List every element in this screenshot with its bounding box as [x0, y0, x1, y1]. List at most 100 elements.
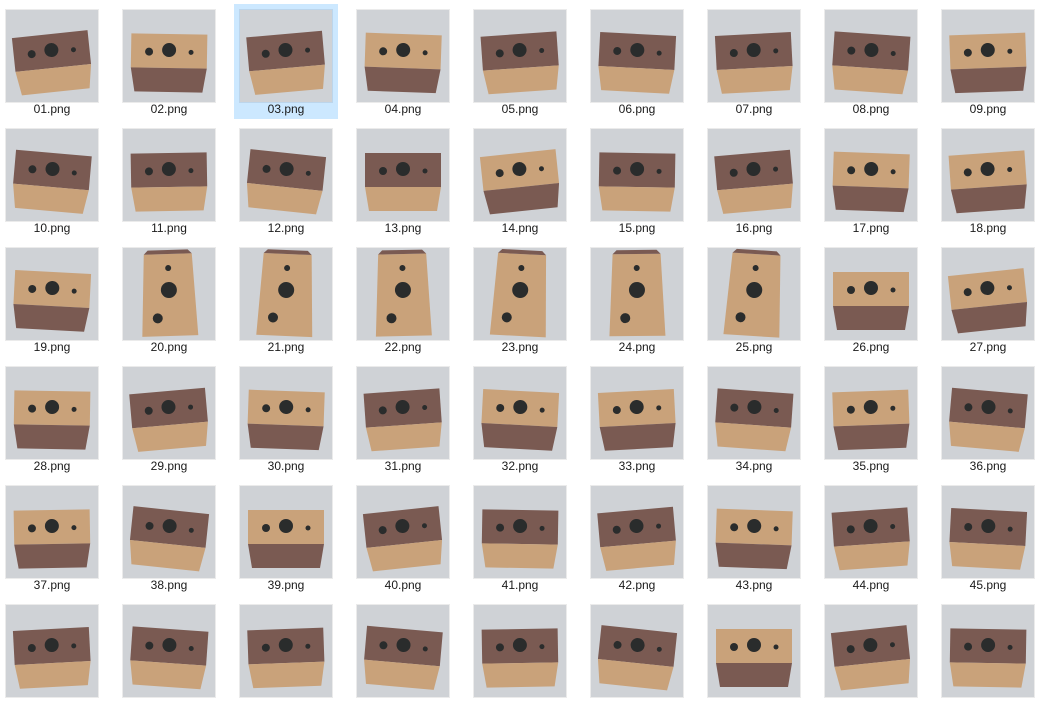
thumbnail-image: [591, 367, 683, 459]
file-item[interactable]: 14.png: [468, 123, 572, 238]
thumbnail-image: [942, 367, 1034, 459]
file-name: 40.png: [384, 578, 422, 592]
file-item[interactable]: [117, 599, 221, 714]
file-item[interactable]: 03.png: [234, 4, 338, 119]
file-item[interactable]: 37.png: [0, 480, 104, 595]
file-item[interactable]: 12.png: [234, 123, 338, 238]
file-thumbnail: [708, 605, 800, 697]
file-item[interactable]: 08.png: [819, 4, 923, 119]
file-item[interactable]: 13.png: [351, 123, 455, 238]
file-item[interactable]: 44.png: [819, 480, 923, 595]
file-thumbnail: [6, 605, 98, 697]
file-item[interactable]: 22.png: [351, 242, 455, 357]
file-item[interactable]: 28.png: [0, 361, 104, 476]
file-item[interactable]: [936, 599, 1040, 714]
file-thumbnail: [708, 129, 800, 221]
file-item[interactable]: 09.png: [936, 4, 1040, 119]
file-thumbnail: [942, 605, 1034, 697]
file-thumbnail: [240, 367, 332, 459]
file-name: 24.png: [618, 340, 656, 354]
file-item[interactable]: 33.png: [585, 361, 689, 476]
file-item[interactable]: [468, 599, 572, 714]
thumbnail-image: [591, 129, 683, 221]
thumbnail-image: [708, 367, 800, 459]
file-item[interactable]: [351, 599, 455, 714]
file-item[interactable]: 26.png: [819, 242, 923, 357]
thumbnail-image: [240, 605, 332, 697]
file-item[interactable]: 39.png: [234, 480, 338, 595]
file-thumbnail: [474, 367, 566, 459]
file-item[interactable]: 18.png: [936, 123, 1040, 238]
file-item[interactable]: 11.png: [117, 123, 221, 238]
file-thumbnail: [825, 10, 917, 102]
file-name: 28.png: [33, 459, 71, 473]
file-item[interactable]: 05.png: [468, 4, 572, 119]
file-item[interactable]: 25.png: [702, 242, 806, 357]
file-item[interactable]: 17.png: [819, 123, 923, 238]
file-item[interactable]: 06.png: [585, 4, 689, 119]
file-item[interactable]: 04.png: [351, 4, 455, 119]
thumbnail-image: [240, 10, 332, 102]
file-item[interactable]: [819, 599, 923, 714]
file-name: 31.png: [384, 459, 422, 473]
file-item[interactable]: [585, 599, 689, 714]
thumbnail-image: [474, 129, 566, 221]
file-name: 11.png: [151, 221, 187, 235]
file-item[interactable]: 01.png: [0, 4, 104, 119]
file-name: 13.png: [384, 221, 422, 235]
file-item[interactable]: 07.png: [702, 4, 806, 119]
file-item[interactable]: 27.png: [936, 242, 1040, 357]
thumbnail-image: [240, 129, 332, 221]
file-thumbnail: [474, 605, 566, 697]
file-name: 08.png: [852, 102, 890, 116]
file-item[interactable]: 45.png: [936, 480, 1040, 595]
file-item[interactable]: 29.png: [117, 361, 221, 476]
file-item[interactable]: 35.png: [819, 361, 923, 476]
file-item[interactable]: 02.png: [117, 4, 221, 119]
file-thumbnail: [942, 129, 1034, 221]
thumbnail-image: [123, 10, 215, 102]
file-item[interactable]: 20.png: [117, 242, 221, 357]
thumbnail-image: [6, 248, 98, 340]
file-item[interactable]: [234, 599, 338, 714]
file-item[interactable]: 21.png: [234, 242, 338, 357]
file-item[interactable]: 23.png: [468, 242, 572, 357]
file-item[interactable]: 34.png: [702, 361, 806, 476]
file-item[interactable]: 41.png: [468, 480, 572, 595]
file-item[interactable]: 15.png: [585, 123, 689, 238]
file-item[interactable]: [0, 599, 104, 714]
file-thumbnail: [591, 10, 683, 102]
file-item[interactable]: 43.png: [702, 480, 806, 595]
file-item[interactable]: 16.png: [702, 123, 806, 238]
file-name: 36.png: [969, 459, 1007, 473]
file-item[interactable]: 36.png: [936, 361, 1040, 476]
file-item[interactable]: 40.png: [351, 480, 455, 595]
file-item[interactable]: 10.png: [0, 123, 104, 238]
file-thumbnail: [825, 129, 917, 221]
file-thumbnail: [123, 129, 215, 221]
file-item[interactable]: 32.png: [468, 361, 572, 476]
thumbnail-image: [474, 605, 566, 697]
thumbnail-image: [825, 10, 917, 102]
file-item[interactable]: [702, 599, 806, 714]
file-thumbnail: [123, 248, 215, 340]
file-item[interactable]: 24.png: [585, 242, 689, 357]
thumbnail-image: [942, 486, 1034, 578]
file-item[interactable]: 19.png: [0, 242, 104, 357]
file-name: 39.png: [267, 578, 305, 592]
file-item[interactable]: 38.png: [117, 480, 221, 595]
thumbnail-image: [591, 10, 683, 102]
file-name: 04.png: [384, 102, 422, 116]
file-item[interactable]: 31.png: [351, 361, 455, 476]
file-name: 05.png: [501, 102, 539, 116]
file-name: 42.png: [618, 578, 656, 592]
file-thumbnail: [357, 129, 449, 221]
file-name: 25.png: [735, 340, 773, 354]
file-item[interactable]: 30.png: [234, 361, 338, 476]
file-thumbnail: [357, 367, 449, 459]
thumbnail-image: [240, 248, 332, 340]
thumbnail-image: [123, 248, 215, 340]
file-item[interactable]: 42.png: [585, 480, 689, 595]
thumbnail-image: [825, 129, 917, 221]
file-name: 06.png: [618, 102, 656, 116]
